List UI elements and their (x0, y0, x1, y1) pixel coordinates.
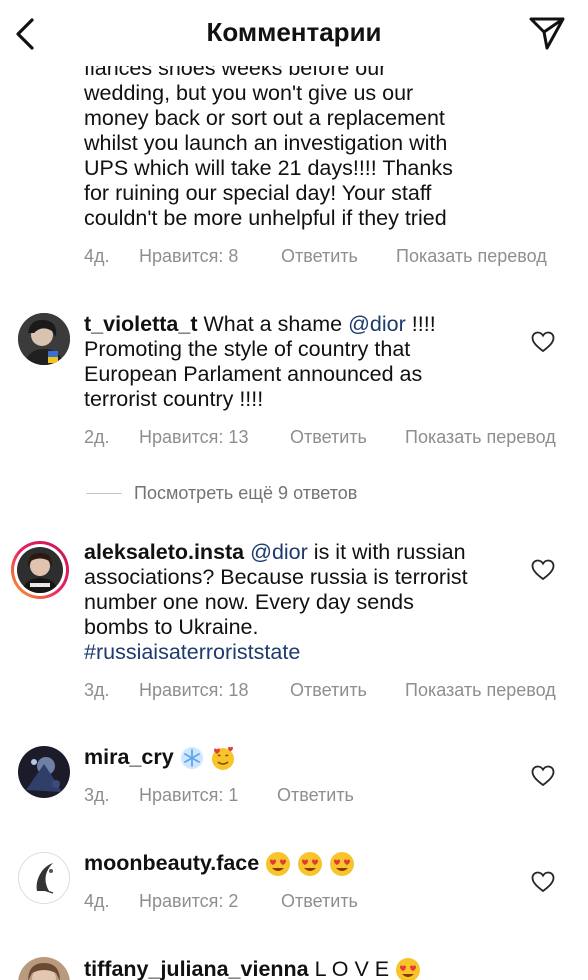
avatar-image (19, 853, 69, 903)
likes-count-button[interactable]: Нравится: 8 (139, 246, 238, 267)
reply-button[interactable]: Ответить (281, 891, 358, 912)
mention-link[interactable]: @dior (250, 540, 308, 564)
reply-button[interactable]: Ответить (290, 680, 367, 701)
comment-text: t_violetta_t What a shame @dior !!!! Pro… (84, 312, 436, 411)
comment-username[interactable]: tiffany_juliana_vienna (84, 957, 309, 980)
comment-time: 4д. (84, 246, 110, 266)
comment-username[interactable]: t_violetta_t (84, 312, 198, 336)
likes-count-button[interactable]: Нравится: 13 (139, 427, 248, 448)
show-translation-button[interactable]: Показать перевод (396, 246, 547, 267)
comment-time: 3д. (84, 680, 110, 700)
snowflake-emoji (180, 747, 203, 770)
comment-text: mira_cry (84, 745, 236, 771)
avatar[interactable] (18, 852, 70, 904)
comment-username[interactable]: moonbeauty.face (84, 851, 259, 875)
avatar-image (18, 957, 70, 980)
view-more-replies-button[interactable]: Посмотреть ещё 9 ответов (134, 483, 357, 504)
avatar-story-ring[interactable] (11, 541, 69, 599)
comment-text: fiances shoes weeks before our wedding, … (84, 56, 453, 230)
comments-list: fiances shoes weeks before our wedding, … (0, 0, 588, 980)
heart-eyes-emoji (298, 852, 323, 877)
heart-outline-icon[interactable] (531, 559, 555, 581)
avatar[interactable] (18, 313, 70, 365)
comment-text: tiffany_juliana_vienna L O V E (84, 957, 421, 980)
reply-button[interactable]: Ответить (281, 246, 358, 267)
comment-text: aleksaleto.insta @dior is it with russia… (84, 540, 468, 665)
comment-text: moonbeauty.face (84, 851, 355, 877)
comment-time: 2д. (84, 427, 110, 447)
avatar-image (18, 746, 70, 798)
heart-outline-icon[interactable] (531, 765, 555, 787)
smiling-face-with-hearts-emoji (211, 747, 234, 771)
heart-eyes-emoji (266, 852, 291, 877)
replies-divider (86, 493, 122, 494)
hashtag-link[interactable]: #russiaisaterroriststate (84, 640, 468, 665)
avatar[interactable] (18, 957, 70, 980)
likes-count-button[interactable]: Нравится: 18 (139, 680, 248, 701)
comment-time: 3д. (84, 785, 110, 805)
top-bar: Комментарии (0, 0, 588, 66)
avatar[interactable] (18, 746, 70, 798)
likes-count-button[interactable]: Нравится: 2 (139, 891, 238, 912)
comment-time: 4д. (84, 891, 110, 911)
likes-count-button[interactable]: Нравится: 1 (139, 785, 238, 806)
avatar-image (18, 313, 70, 365)
heart-eyes-emoji (396, 958, 421, 980)
reply-button[interactable]: Ответить (277, 785, 354, 806)
show-translation-button[interactable]: Показать перевод (405, 680, 556, 701)
paper-plane-icon[interactable] (528, 14, 566, 52)
heart-outline-icon[interactable] (531, 331, 555, 353)
reply-button[interactable]: Ответить (290, 427, 367, 448)
heart-eyes-emoji (330, 852, 355, 877)
heart-outline-icon[interactable] (531, 871, 555, 893)
show-translation-button[interactable]: Показать перевод (405, 427, 556, 448)
mention-link[interactable]: @dior (348, 312, 406, 336)
comment-username[interactable]: mira_cry (84, 745, 174, 769)
avatar-image (17, 547, 63, 593)
comment-username[interactable]: aleksaleto.insta (84, 540, 244, 564)
page-title: Комментарии (206, 17, 382, 47)
